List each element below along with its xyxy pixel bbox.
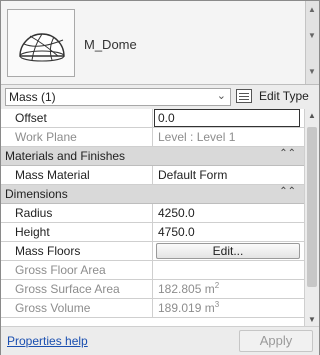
property-name: Mass Floors (1, 242, 153, 260)
vertical-scrollbar[interactable]: ▲ ▼ (304, 109, 319, 326)
edit-type-label: Edit Type (259, 89, 309, 103)
collapse-icon[interactable]: ⌃⌃ (279, 186, 296, 197)
property-row-work-plane: Work Plane Level : Level 1 (1, 128, 304, 147)
dome-icon (7, 9, 75, 77)
property-row-radius[interactable]: Radius 4250.0 (1, 204, 304, 223)
properties-help-link[interactable]: Properties help (7, 334, 88, 348)
property-value: 182.805 m2 (154, 280, 304, 298)
chevron-down-double-icon[interactable]: ▼ (308, 67, 316, 77)
collapse-icon[interactable]: ⌃⌃ (279, 148, 296, 159)
chevron-down-icon: ⌄ (216, 90, 226, 102)
property-grid: Offset 0.0 Work Plane Level : Level 1 Ma… (1, 109, 304, 326)
property-value[interactable]: 4250.0 (154, 204, 304, 222)
section-dimensions[interactable]: Dimensions ⌃⌃ (1, 185, 304, 204)
property-row-height[interactable]: Height 4750.0 (1, 223, 304, 242)
property-value: 189.019 m3 (154, 299, 304, 317)
property-name: Gross Floor Area (1, 261, 153, 279)
edit-type-button[interactable]: Edit Type (235, 88, 315, 106)
instance-filter-dropdown[interactable]: Mass (1) ⌄ (5, 88, 231, 106)
type-selector-scroll[interactable]: ▲ ▼ ▼ (305, 1, 319, 84)
property-value (154, 261, 304, 279)
edit-type-icon (236, 89, 252, 103)
property-name: Gross Surface Area (1, 280, 153, 298)
property-row-mass-floors[interactable]: Mass Floors Edit... (1, 242, 304, 261)
type-name: M_Dome (84, 37, 137, 52)
apply-button[interactable]: Apply (239, 330, 313, 352)
property-value[interactable]: 4750.0 (154, 223, 304, 241)
chevron-up-icon[interactable]: ▲ (308, 5, 316, 15)
instance-filter-value: Mass (1) (9, 90, 56, 104)
property-name: Work Plane (1, 128, 153, 146)
type-selector[interactable]: M_Dome ▲ ▼ ▼ (1, 1, 319, 85)
section-materials-and-finishes[interactable]: Materials and Finishes ⌃⌃ (1, 147, 304, 166)
scrollbar-thumb[interactable] (307, 127, 317, 287)
property-name: Radius (1, 204, 153, 222)
property-row-gross-floor-area: Gross Floor Area (1, 261, 304, 280)
value-text: 189.019 m (158, 301, 215, 315)
section-title: Materials and Finishes (5, 149, 126, 163)
scroll-up-icon[interactable]: ▲ (308, 111, 316, 120)
property-row-gross-surface-area: Gross Surface Area 182.805 m2 (1, 280, 304, 299)
chevron-down-icon[interactable]: ▼ (308, 31, 316, 41)
offset-input[interactable]: 0.0 (154, 109, 300, 127)
property-name: Mass Material (1, 166, 153, 184)
mass-floors-edit-button[interactable]: Edit... (156, 243, 300, 259)
property-row-gross-volume: Gross Volume 189.019 m3 (1, 299, 304, 318)
footer: Properties help Apply (1, 326, 319, 355)
property-row-offset[interactable]: Offset 0.0 (1, 109, 304, 128)
property-name: Height (1, 223, 153, 241)
instance-row: Mass (1) ⌄ Edit Type (1, 85, 319, 109)
unit-power: 2 (214, 281, 220, 290)
property-name: Gross Volume (1, 299, 153, 317)
value-text: 182.805 m (158, 282, 215, 296)
property-value[interactable]: Default Form (154, 166, 304, 184)
scroll-down-icon[interactable]: ▼ (308, 315, 316, 324)
property-row-mass-material[interactable]: Mass Material Default Form (1, 166, 304, 185)
property-value: Level : Level 1 (158, 130, 236, 144)
section-title: Dimensions (5, 187, 68, 201)
unit-power: 3 (214, 300, 220, 309)
property-name: Offset (1, 109, 153, 127)
properties-palette: M_Dome ▲ ▼ ▼ Mass (1) ⌄ Edit Type Offset… (0, 0, 320, 355)
